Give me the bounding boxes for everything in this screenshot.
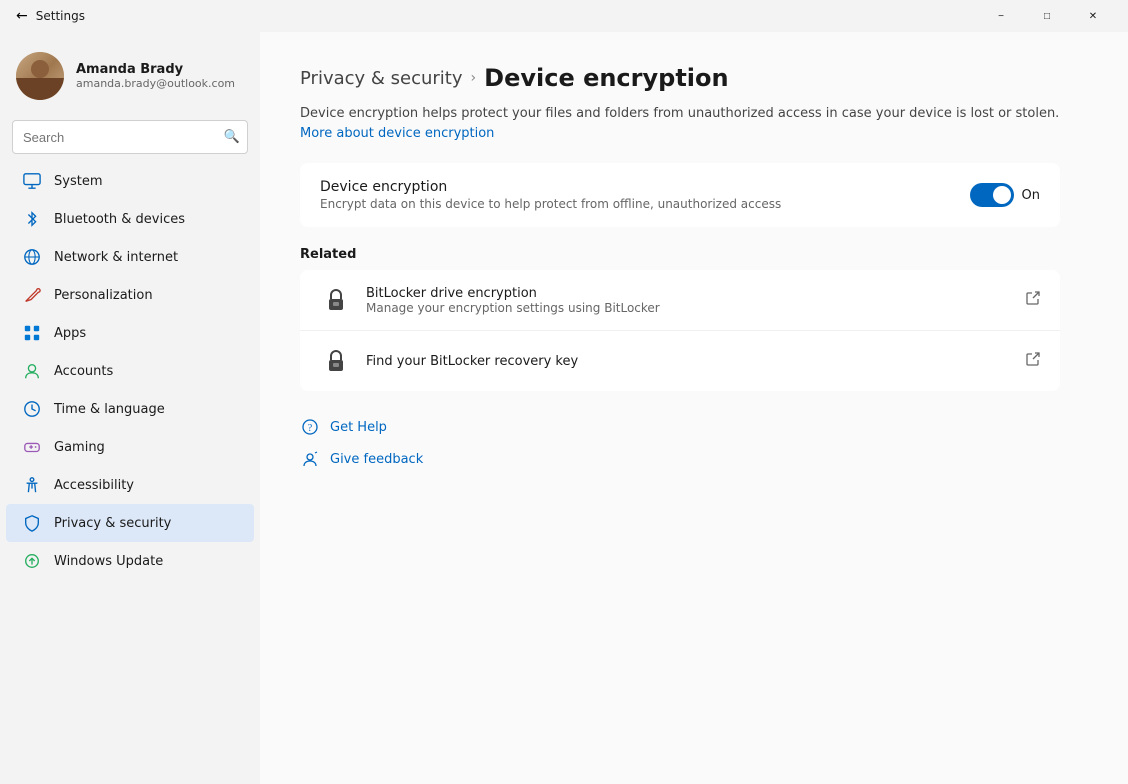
related-item-recovery-key[interactable]: Find your BitLocker recovery key — [300, 331, 1060, 391]
apps-icon — [22, 323, 42, 343]
breadcrumb-current: Device encryption — [484, 64, 728, 92]
sidebar-label-gaming: Gaming — [54, 440, 105, 455]
network-icon — [22, 247, 42, 267]
related-info-bitlocker: BitLocker drive encryption Manage your e… — [366, 286, 1026, 315]
toggle-thumb — [993, 186, 1011, 204]
window-title: Settings — [36, 9, 85, 23]
give-feedback-label: Give feedback — [330, 452, 423, 467]
sidebar-label-accounts: Accounts — [54, 364, 113, 379]
title-bar-left: ← Settings — [16, 8, 85, 24]
sidebar-label-apps: Apps — [54, 326, 86, 341]
sidebar-item-network[interactable]: Network & internet — [6, 238, 254, 276]
sidebar-item-accessibility[interactable]: Accessibility — [6, 466, 254, 504]
minimize-button[interactable]: − — [978, 0, 1024, 32]
sidebar-label-update: Windows Update — [54, 554, 163, 569]
user-email: amanda.brady@outlook.com — [76, 77, 244, 90]
user-name: Amanda Brady — [76, 62, 244, 77]
search-icon: 🔍 — [224, 130, 240, 145]
breadcrumb: Privacy & security › Device encryption — [300, 64, 1088, 92]
related-item-bitlocker[interactable]: BitLocker drive encryption Manage your e… — [300, 270, 1060, 331]
device-encryption-info: Device encryption Encrypt data on this d… — [320, 179, 781, 211]
title-bar: ← Settings − □ ✕ — [0, 0, 1128, 32]
user-info: Amanda Brady amanda.brady@outlook.com — [76, 62, 244, 90]
external-link-icon-bitlocker — [1026, 291, 1040, 309]
get-help-icon: ? — [300, 417, 320, 437]
avatar-image — [16, 52, 64, 100]
app-body: Amanda Brady amanda.brady@outlook.com 🔍 … — [0, 32, 1128, 784]
sidebar: Amanda Brady amanda.brady@outlook.com 🔍 … — [0, 32, 260, 784]
link-give-feedback[interactable]: Give feedback — [300, 443, 1060, 475]
sidebar-label-system: System — [54, 174, 102, 189]
device-encryption-desc: Encrypt data on this device to help prot… — [320, 197, 781, 211]
sidebar-label-privacy: Privacy & security — [54, 516, 171, 531]
sidebar-label-personalization: Personalization — [54, 288, 153, 303]
related-title-bitlocker: BitLocker drive encryption — [366, 286, 1026, 301]
device-encryption-title: Device encryption — [320, 179, 781, 195]
sidebar-item-privacy[interactable]: Privacy & security — [6, 504, 254, 542]
sidebar-item-system[interactable]: System — [6, 162, 254, 200]
device-encryption-card: Device encryption Encrypt data on this d… — [300, 163, 1060, 227]
main-content: Privacy & security › Device encryption D… — [260, 32, 1128, 784]
description-text: Device encryption helps protect your fil… — [300, 106, 1059, 121]
avatar — [16, 52, 64, 100]
sidebar-item-update[interactable]: Windows Update — [6, 542, 254, 580]
related-desc-bitlocker: Manage your encryption settings using Bi… — [366, 301, 1026, 315]
back-button[interactable]: ← — [16, 8, 28, 24]
get-help-label: Get Help — [330, 420, 387, 435]
related-card: BitLocker drive encryption Manage your e… — [300, 270, 1060, 391]
sidebar-item-time[interactable]: Time & language — [6, 390, 254, 428]
sidebar-label-network: Network & internet — [54, 250, 178, 265]
related-icon-recovery-key — [320, 345, 352, 377]
search-box: 🔍 — [12, 120, 248, 154]
toggle-state-label: On — [1022, 188, 1040, 203]
personalization-icon — [22, 285, 42, 305]
update-icon — [22, 551, 42, 571]
accounts-icon — [22, 361, 42, 381]
search-input[interactable] — [12, 120, 248, 154]
sidebar-item-accounts[interactable]: Accounts — [6, 352, 254, 390]
system-icon — [22, 171, 42, 191]
related-title-recovery-key: Find your BitLocker recovery key — [366, 354, 1026, 369]
device-encryption-toggle-wrap: On — [970, 183, 1040, 207]
accessibility-icon — [22, 475, 42, 495]
sidebar-item-apps[interactable]: Apps — [6, 314, 254, 352]
link-get-help[interactable]: ? Get Help — [300, 411, 1060, 443]
related-section-title: Related — [300, 247, 1060, 262]
privacy-icon — [22, 513, 42, 533]
related-info-recovery-key: Find your BitLocker recovery key — [366, 354, 1026, 369]
description: Device encryption helps protect your fil… — [300, 104, 1060, 143]
sidebar-item-gaming[interactable]: Gaming — [6, 428, 254, 466]
sidebar-item-personalization[interactable]: Personalization — [6, 276, 254, 314]
description-link[interactable]: More about device encryption — [300, 126, 494, 141]
user-section: Amanda Brady amanda.brady@outlook.com — [0, 40, 260, 120]
sidebar-label-time: Time & language — [54, 402, 165, 417]
bluetooth-icon — [22, 209, 42, 229]
device-encryption-toggle[interactable] — [970, 183, 1014, 207]
toggle-track[interactable] — [970, 183, 1014, 207]
give-feedback-icon — [300, 449, 320, 469]
time-icon — [22, 399, 42, 419]
sidebar-item-bluetooth[interactable]: Bluetooth & devices — [6, 200, 254, 238]
breadcrumb-separator: › — [471, 70, 477, 86]
external-link-icon-recovery-key — [1026, 352, 1040, 370]
gaming-icon — [22, 437, 42, 457]
title-bar-controls: − □ ✕ — [978, 0, 1116, 32]
sidebar-label-bluetooth: Bluetooth & devices — [54, 212, 185, 227]
sidebar-label-accessibility: Accessibility — [54, 478, 134, 493]
svg-text:?: ? — [308, 423, 313, 434]
maximize-button[interactable]: □ — [1024, 0, 1070, 32]
links-section: ? Get Help Give feedback — [300, 411, 1060, 475]
sidebar-nav: System Bluetooth & devices Network & int… — [0, 162, 260, 580]
related-icon-bitlocker — [320, 284, 352, 316]
close-button[interactable]: ✕ — [1070, 0, 1116, 32]
breadcrumb-parent: Privacy & security — [300, 68, 463, 89]
